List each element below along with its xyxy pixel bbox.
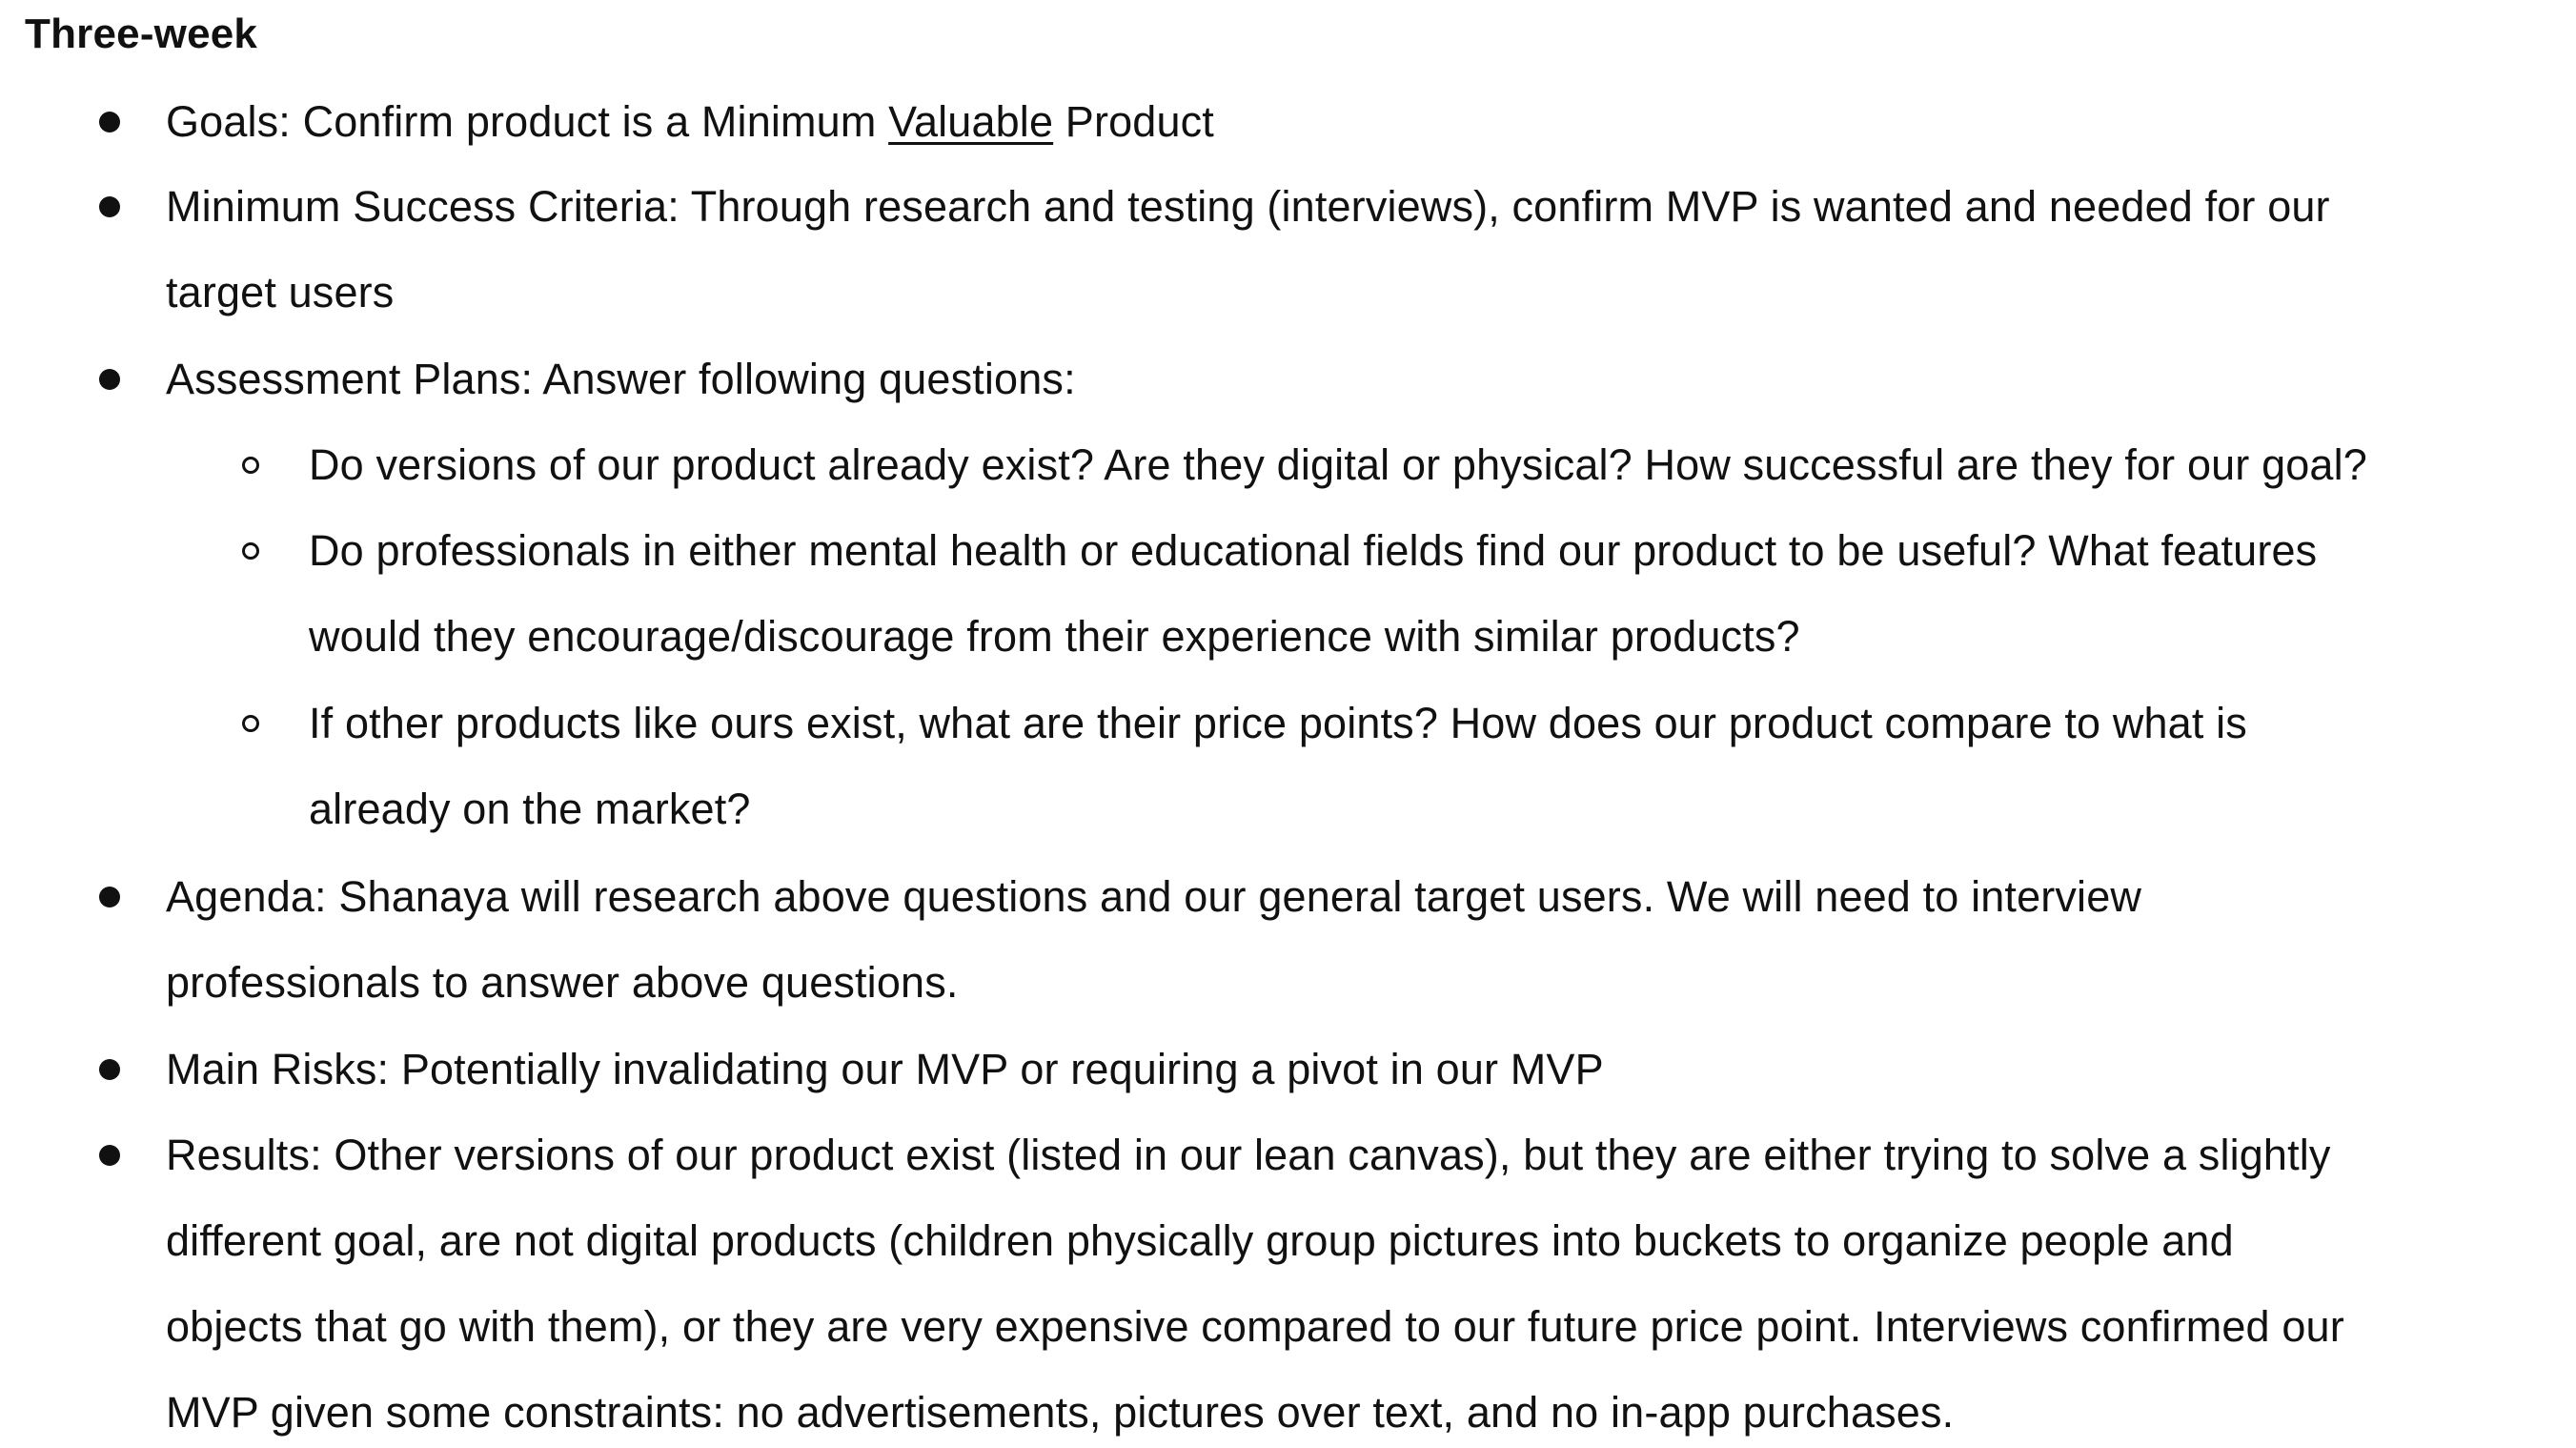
section-heading: Three-week — [25, 10, 258, 57]
bullet-icon — [99, 196, 120, 217]
sub-bullet-icon — [242, 542, 259, 560]
sub-bullet-icon — [242, 715, 259, 732]
document-page: Three-week Goals: Confirm product is a M… — [0, 0, 2576, 1448]
goals-line: Goals: Confirm product is a Minimum Valu… — [166, 93, 1214, 151]
bullet-icon — [99, 1059, 120, 1080]
question-line: already on the market? — [309, 785, 751, 833]
agenda-line: professionals to answer above questions. — [166, 958, 959, 1007]
success-criteria-line: target users — [166, 268, 395, 316]
sub-bullet-icon — [242, 457, 259, 474]
results-line: objects that go with them), or they are … — [166, 1302, 2344, 1351]
bullet-icon — [99, 369, 120, 390]
bullet-icon — [99, 887, 120, 908]
agenda-line: Agenda: Shanaya will research above ques… — [166, 872, 2142, 921]
question-line: Do professionals in either mental health… — [309, 526, 2318, 575]
goals-text: Goals: Confirm product is a Minimum — [166, 97, 889, 146]
results-line: different goal, are not digital products… — [166, 1216, 2234, 1265]
bullet-icon — [99, 112, 120, 133]
bullet-icon — [99, 1145, 120, 1166]
question-line: If other products like ours exist, what … — [309, 699, 2247, 747]
question-line: would they encourage/discourage from the… — [309, 612, 1800, 661]
results-line: Results: Other versions of our product e… — [166, 1131, 2331, 1179]
assessment-plans-line: Assessment Plans: Answer following quest… — [166, 355, 1076, 403]
goals-underlined-word: Valuable — [888, 97, 1054, 146]
success-criteria-line: Minimum Success Criteria: Through resear… — [166, 182, 2330, 231]
results-line: MVP given some constraints: no advertise… — [166, 1388, 1955, 1437]
question-line: Do versions of our product already exist… — [309, 440, 2367, 489]
goals-text-end: Product — [1053, 97, 1214, 146]
main-risks-line: Main Risks: Potentially invalidating our… — [166, 1045, 1604, 1093]
